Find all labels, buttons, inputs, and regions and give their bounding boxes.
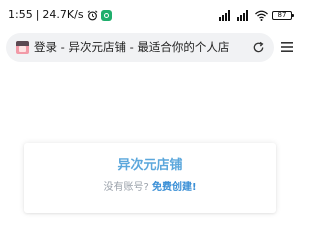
app-notification-icon <box>100 9 112 21</box>
more-menu-icon[interactable] <box>280 40 294 54</box>
signal-icon-secondary <box>237 9 248 21</box>
reload-icon[interactable] <box>252 41 265 54</box>
site-favicon-icon <box>16 41 29 54</box>
address-bar[interactable]: 登录 - 异次元店铺 - 最适合你的个人店 <box>6 33 274 62</box>
status-bar: 1:55 | 24.7K/s 87 <box>0 0 300 28</box>
status-left: 1:55 | 24.7K/s <box>8 8 112 22</box>
wifi-icon <box>255 10 268 21</box>
signal-icon <box>219 9 230 21</box>
signup-prompt: 没有账号? <box>103 182 149 193</box>
clock: 1:55 <box>8 8 33 21</box>
status-separator: | <box>35 8 40 21</box>
signup-link[interactable]: 免费创建! <box>152 182 197 193</box>
site-title: 异次元店铺 <box>117 158 183 173</box>
page-title[interactable]: 登录 - 异次元店铺 - 最适合你的个人店 <box>34 39 240 56</box>
signup-line: 没有账号? 免费创建! <box>24 181 276 195</box>
alarm-icon <box>87 10 97 20</box>
status-right: 87 <box>219 9 294 21</box>
network-speed: 24.7K/s <box>42 8 84 21</box>
battery-icon: 87 <box>272 10 294 20</box>
login-card: 异次元店铺 没有账号? 免费创建! <box>24 143 276 213</box>
